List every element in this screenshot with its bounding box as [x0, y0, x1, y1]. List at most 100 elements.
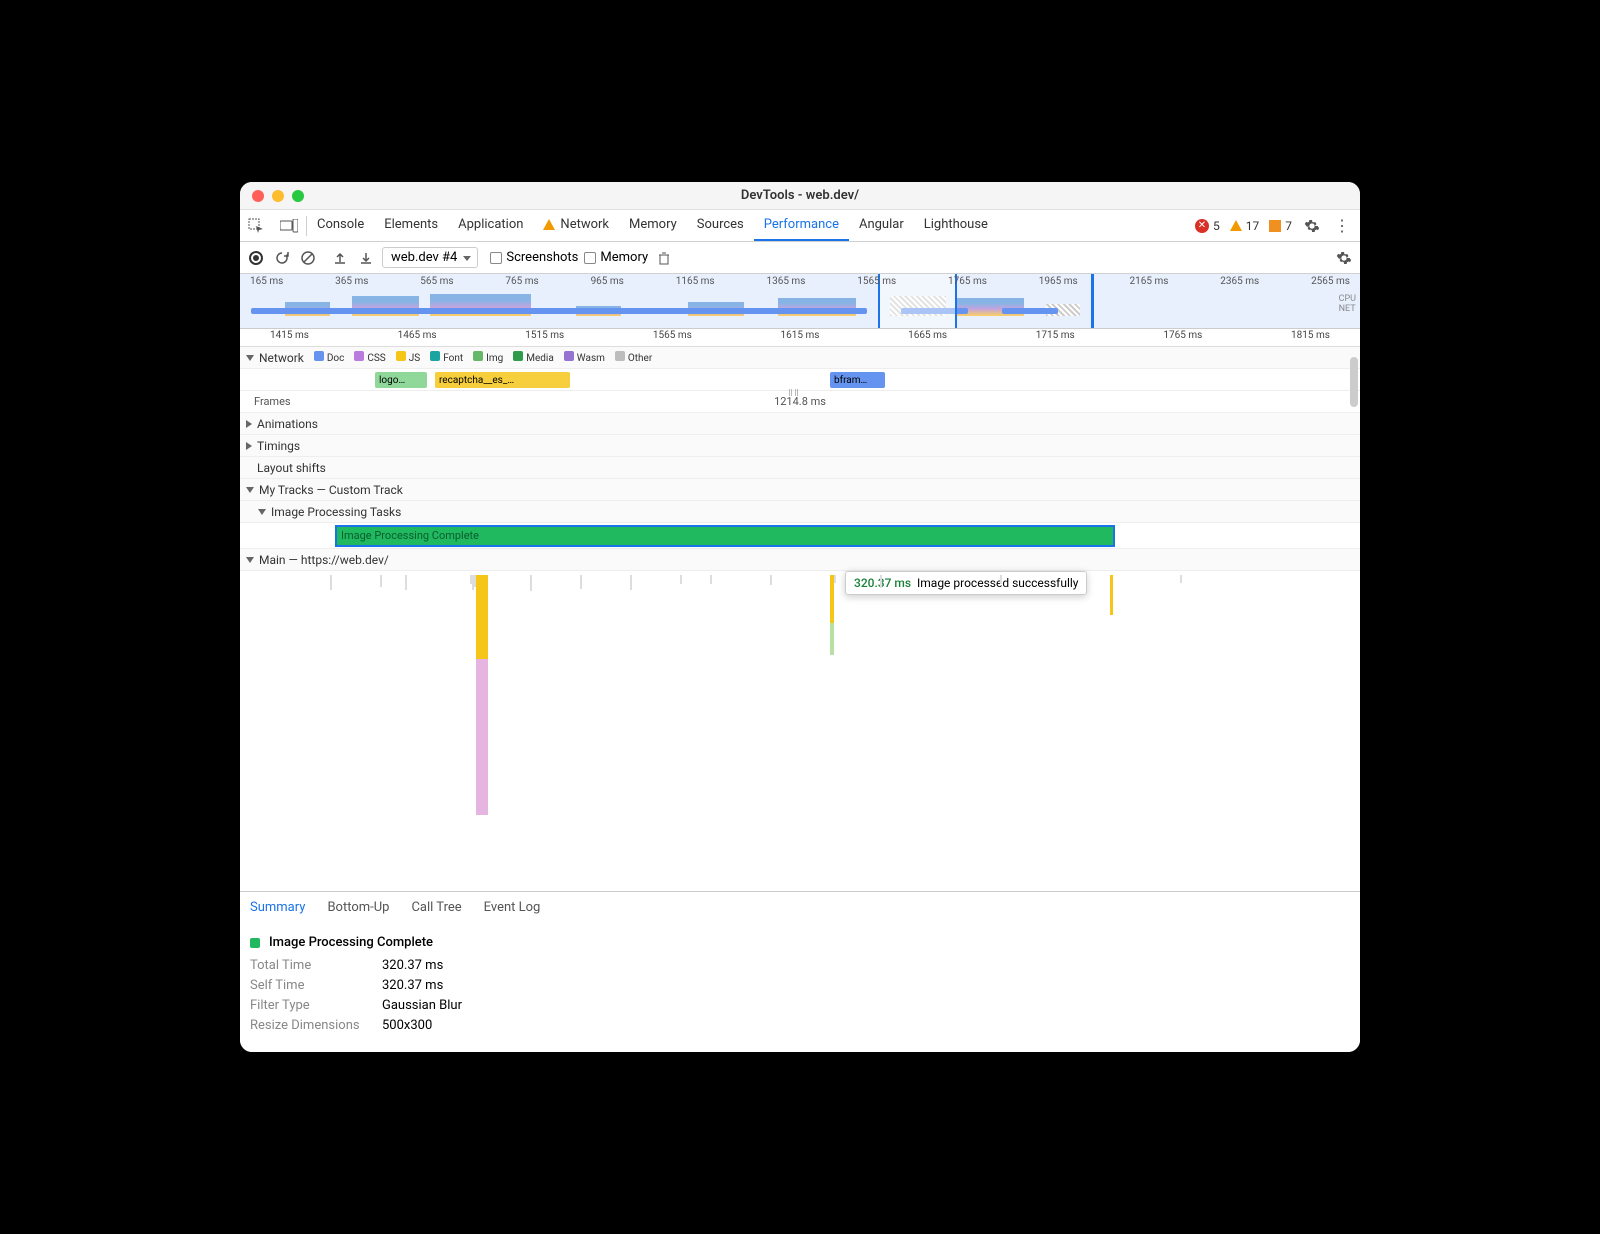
ruler-tick: 1415 ms	[270, 330, 309, 345]
tab-elements[interactable]: Elements	[374, 210, 448, 241]
tab-lighthouse[interactable]: Lighthouse	[914, 210, 998, 241]
screenshots-checkbox[interactable]: Screenshots	[490, 250, 578, 265]
network-lane[interactable]: logo… recaptcha__es_… bfram…	[240, 369, 1360, 391]
scrollbar[interactable]	[1350, 357, 1358, 407]
download-button[interactable]	[356, 248, 376, 268]
task-bar[interactable]	[380, 575, 382, 587]
reload-record-button[interactable]	[272, 248, 292, 268]
record-button[interactable]	[246, 248, 266, 268]
error-icon: ✕	[1195, 219, 1209, 233]
tab-application[interactable]: Application	[448, 210, 533, 241]
main-thread-header[interactable]: Main — https://web.dev/	[240, 549, 1360, 571]
timings-track-header[interactable]: Timings	[240, 435, 1360, 457]
tab-angular[interactable]: Angular	[849, 210, 914, 241]
task-bar[interactable]	[680, 575, 682, 584]
tooltip-time: 320.37 ms	[854, 576, 911, 590]
screenshots-label: Screenshots	[506, 250, 578, 265]
flame-stack[interactable]	[1110, 575, 1113, 615]
inspect-element-button[interactable]	[240, 210, 272, 241]
tab-label: Network	[560, 217, 609, 232]
network-request[interactable]: recaptcha__es_…	[435, 372, 570, 388]
details-tab-call-tree[interactable]: Call Tree	[411, 900, 461, 915]
legend-item: CSS	[354, 351, 385, 364]
summary-swatch	[250, 938, 260, 948]
upload-button[interactable]	[330, 248, 350, 268]
image-processing-bar-label: Image Processing Complete	[341, 529, 479, 542]
details-tab-bottom-up[interactable]: Bottom-Up	[327, 900, 389, 915]
flame-stack[interactable]	[830, 575, 834, 655]
device-toolbar-button[interactable]	[272, 210, 306, 241]
custom-track-header[interactable]: My Tracks — Custom Track	[240, 479, 1360, 501]
tab-console[interactable]: Console	[307, 210, 374, 241]
summary-row: Resize Dimensions500x300	[250, 1018, 1350, 1033]
legend-item: Media	[513, 351, 554, 364]
network-request[interactable]: bfram…	[830, 372, 885, 388]
tab-sources[interactable]: Sources	[687, 210, 754, 241]
task-bar[interactable]	[1000, 575, 1002, 584]
clear-button[interactable]	[298, 248, 318, 268]
animations-track-header[interactable]: Animations	[240, 413, 1360, 435]
task-bar[interactable]	[580, 575, 582, 589]
cpu-label: CPU	[1339, 294, 1356, 304]
tab-memory[interactable]: Memory	[619, 210, 687, 241]
memory-checkbox[interactable]: Memory	[584, 250, 648, 265]
frames-row[interactable]: Frames || || 1214.8 ms	[240, 391, 1360, 413]
timeline-ruler[interactable]: 1415 ms1465 ms1515 ms1565 ms1615 ms1665 …	[240, 329, 1360, 347]
settings-button[interactable]	[1302, 216, 1322, 236]
overview-tick: 1965 ms	[1039, 276, 1078, 287]
flame-stack[interactable]	[480, 575, 488, 815]
details-tab-summary[interactable]: Summary	[250, 900, 305, 915]
error-badge[interactable]: ✕ 5	[1195, 219, 1220, 233]
task-bar[interactable]	[1180, 575, 1182, 583]
image-processing-track-header[interactable]: Image Processing Tasks	[240, 501, 1360, 523]
task-bar[interactable]	[880, 575, 882, 588]
task-bar[interactable]	[330, 575, 332, 590]
more-menu-button[interactable]: ⋮	[1332, 216, 1352, 236]
task-bar[interactable]	[710, 575, 712, 584]
network-request[interactable]: logo…	[375, 372, 427, 388]
overview-tick: 2365 ms	[1220, 276, 1259, 287]
details-tab-event-log[interactable]: Event Log	[484, 900, 541, 915]
recording-select[interactable]: web.dev #4	[382, 247, 478, 268]
issues-badge[interactable]: 7	[1269, 219, 1292, 233]
chevron-right-icon	[246, 442, 252, 450]
legend-swatch	[314, 351, 324, 361]
recording-select-label: web.dev #4	[391, 250, 457, 265]
legend-swatch	[354, 351, 364, 361]
legend-item: JS	[396, 351, 420, 364]
timeline-overview[interactable]: 165 ms365 ms565 ms765 ms965 ms1165 ms136…	[240, 274, 1360, 329]
tooltip-text: Image processed successfully	[917, 576, 1078, 590]
overview-tick: 1365 ms	[766, 276, 805, 287]
task-bar[interactable]	[834, 575, 836, 583]
warning-icon	[543, 219, 555, 230]
warning-badge[interactable]: 17	[1230, 219, 1260, 233]
frame-time: 1214.8 ms	[774, 395, 826, 408]
tab-label: Angular	[859, 217, 904, 232]
chevron-down-icon	[246, 355, 254, 361]
task-bar[interactable]	[405, 575, 407, 590]
ruler-tick: 1715 ms	[1036, 330, 1075, 345]
flag-icon	[1269, 220, 1281, 232]
overview-axis-labels: CPU NET	[1339, 294, 1356, 314]
legend-swatch	[473, 351, 483, 361]
performance-toolbar: web.dev #4 Screenshots Memory	[240, 242, 1360, 274]
tab-label: Elements	[384, 217, 438, 232]
main-thread-flamegraph[interactable]: 320.37 ms Image processed successfully	[240, 571, 1360, 831]
network-track-header[interactable]: Network DocCSSJSFontImgMediaWasmOther	[240, 347, 1360, 369]
image-processing-label: Image Processing Tasks	[271, 505, 401, 519]
tab-performance[interactable]: Performance	[754, 210, 849, 241]
task-bar[interactable]	[630, 575, 632, 590]
overview-tick: 365 ms	[335, 276, 368, 287]
capture-settings-button[interactable]	[1334, 248, 1354, 268]
gc-button[interactable]	[654, 248, 674, 268]
custom-track-label: My Tracks — Custom Track	[259, 483, 403, 497]
ruler-tick: 1815 ms	[1291, 330, 1330, 345]
overview-tick: 1765 ms	[948, 276, 987, 287]
task-bar[interactable]	[770, 575, 772, 585]
tab-network[interactable]: Network	[533, 210, 619, 241]
task-bar[interactable]	[530, 575, 532, 591]
legend-item: Wasm	[564, 351, 605, 364]
status-badges: ✕ 5 17 7 ⋮	[1195, 216, 1360, 236]
layout-shifts-header[interactable]: Layout shifts	[240, 457, 1360, 479]
image-processing-complete-bar[interactable]: Image Processing Complete	[335, 525, 1115, 547]
